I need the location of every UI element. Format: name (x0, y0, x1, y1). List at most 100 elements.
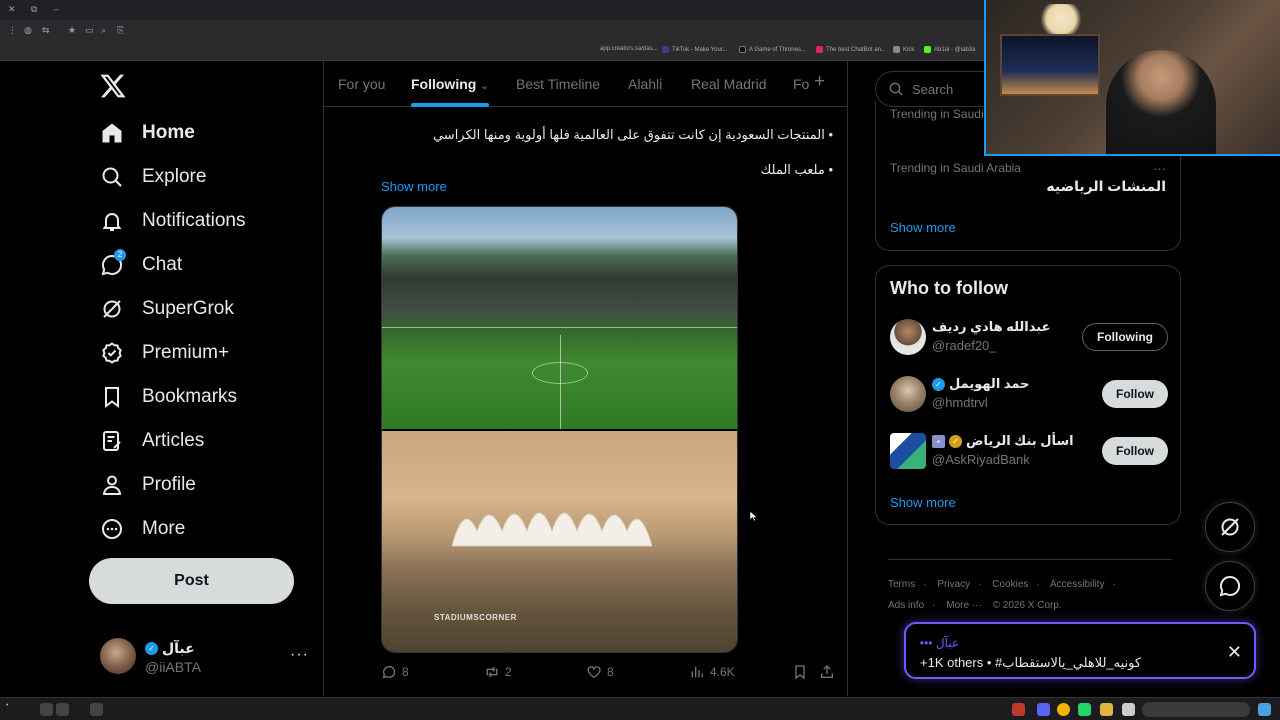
bookmark-item[interactable]: Kick (893, 46, 914, 53)
follow-suggestion[interactable]: ▪ ✓ اسأل بنك الرياض @AskRiyadBank Follow (890, 431, 1168, 471)
suggestion-handle: @AskRiyadBank (932, 452, 1030, 467)
nav-bookmarks-label: Bookmarks (142, 386, 238, 407)
tab-for-you[interactable]: For you (338, 76, 385, 92)
who-to-follow-show-more-link[interactable]: Show more (890, 495, 956, 510)
bookmark-item[interactable]: The best ChatBot an... (816, 46, 886, 53)
nav-premium[interactable]: Premium+ (100, 333, 229, 373)
mic-icon[interactable] (90, 703, 103, 716)
app-icon[interactable] (1012, 703, 1025, 716)
star-icon[interactable]: ★ (68, 25, 76, 36)
start-icon[interactable] (1258, 703, 1271, 716)
nav-home[interactable]: Home (100, 113, 195, 153)
close-icon[interactable]: ✕ (1227, 642, 1242, 663)
nav-premium-label: Premium+ (142, 342, 230, 363)
nav-bookmarks[interactable]: Bookmarks (100, 377, 237, 417)
follow-button[interactable]: Follow (1102, 437, 1168, 465)
tab-following[interactable]: Following ⌄ (411, 76, 489, 92)
tab-best-timeline[interactable]: Best Timeline (516, 76, 600, 92)
minimize-window-icon[interactable]: – (54, 4, 59, 14)
nav-supergrok[interactable]: SuperGrok (100, 289, 234, 329)
app-icon[interactable] (1122, 703, 1135, 716)
bookmark-item[interactable]: A Game of Thrones... (739, 46, 806, 53)
follow-button[interactable]: Follow (1102, 380, 1168, 408)
reply-button[interactable]: 8 (381, 664, 409, 680)
like-button[interactable]: 8 (586, 664, 614, 680)
footer-more-link[interactable]: More ··· (946, 600, 982, 611)
bookmark-item[interactable]: Ab1al - @iab3a (924, 46, 975, 53)
affiliate-badge-icon: ▪ (932, 434, 945, 448)
nav-explore[interactable]: Explore (100, 157, 206, 197)
volume-icon[interactable] (40, 703, 53, 716)
tweet-show-more-link[interactable]: Show more (381, 179, 447, 194)
zoom-icon[interactable]: ⌕ (101, 25, 106, 36)
share-icon[interactable]: ⎘ (117, 25, 124, 36)
center-circle (532, 362, 588, 384)
trend-title[interactable]: المنشات الرياضيه (1046, 178, 1166, 195)
footer-cookies-link[interactable]: Cookies (992, 579, 1028, 590)
menu-icon[interactable]: ⋮ (8, 25, 17, 36)
bookmark-item[interactable]: app.creators.sa/das... (600, 46, 658, 52)
extension-icon[interactable]: ◍ (24, 25, 32, 36)
post-button[interactable]: Post (89, 558, 294, 604)
nav-profile[interactable]: Profile (100, 465, 196, 505)
new-posts-toast[interactable]: عبآل ••• +1K others • #كونيه_للاهلي_يالا… (904, 622, 1256, 679)
folder-icon[interactable] (1100, 703, 1113, 716)
footer-links: Ads info · More ··· © 2026 X Corp. (888, 600, 1070, 611)
tweet-media[interactable]: STADIUMSCORNER (381, 206, 738, 653)
chevron-down-icon[interactable]: ⌄ (480, 81, 488, 92)
trends-show-more-link[interactable]: Show more (890, 220, 956, 235)
footer-accessibility-link[interactable]: Accessibility (1050, 579, 1104, 590)
more-circle-icon (102, 519, 122, 539)
stadium-interior-image[interactable] (382, 207, 737, 429)
footer-terms-link[interactable]: Terms (888, 579, 915, 590)
footer-privacy-link[interactable]: Privacy (937, 579, 970, 590)
home-icon (102, 123, 122, 143)
bookmark-button[interactable] (792, 664, 808, 680)
messages-fab[interactable] (1205, 561, 1255, 611)
x-logo-icon[interactable] (99, 72, 127, 100)
verified-badge-icon (102, 342, 122, 364)
account-more-icon[interactable]: ··· (290, 646, 309, 664)
bookmark-favicon (739, 46, 746, 53)
views-button[interactable]: 4.6K (689, 664, 735, 680)
repost-button[interactable]: 2 (484, 664, 512, 680)
footer-ads-link[interactable]: Ads info (888, 600, 924, 611)
suggestion-name: عبدالله هادي رديف (932, 319, 1051, 334)
whatsapp-icon[interactable] (1078, 703, 1091, 716)
follow-suggestion[interactable]: عبدالله هادي رديف @radef20_ Following (890, 317, 1168, 357)
tab-real-madrid[interactable]: Real Madrid (691, 76, 766, 92)
nav-more[interactable]: More (100, 509, 185, 549)
tab-alahli[interactable]: Alahli (628, 76, 662, 92)
footer-separator: · (932, 600, 936, 611)
footer-separator: · (978, 579, 982, 590)
suggestion-name-row: ✓ حمد الهويمل (932, 376, 1029, 392)
reader-icon[interactable]: ▭ (85, 25, 94, 36)
person-icon (102, 475, 122, 495)
network-icon[interactable] (56, 703, 69, 716)
account-switcher[interactable]: ✓ عبآل @iiABTA ··· (100, 638, 315, 678)
nav-articles[interactable]: Articles (100, 421, 204, 461)
mouse-cursor-icon (749, 510, 757, 522)
share-button[interactable] (819, 664, 835, 680)
taskbar-search[interactable] (1142, 702, 1250, 717)
restore-window-icon[interactable]: ⧉ (31, 4, 37, 15)
nav-chat[interactable]: 2 Chat (100, 245, 182, 285)
tab-following-label: Following (411, 76, 477, 92)
tab-icon[interactable]: ⇆ (42, 25, 50, 36)
trend-more-icon[interactable]: ··· (1153, 161, 1166, 176)
add-tab-icon[interactable]: + (814, 71, 825, 93)
bookmark-item[interactable]: TikTok - Make Your... (662, 46, 727, 53)
suggestion-handle: @hmdtrvl (932, 395, 988, 410)
profile-handle: @iiABTA (145, 659, 201, 675)
follow-suggestion[interactable]: ✓ حمد الهويمل @hmdtrvl Follow (890, 374, 1168, 414)
toast-author: عبآل ••• (919, 636, 959, 650)
nav-notifications[interactable]: Notifications (100, 201, 246, 241)
bookmark-favicon (662, 46, 669, 53)
discord-icon[interactable] (1037, 703, 1050, 716)
stadium-exterior-image[interactable]: STADIUMSCORNER (382, 431, 737, 652)
chrome-icon[interactable] (1057, 703, 1070, 716)
following-button[interactable]: Following (1082, 323, 1168, 351)
grok-fab[interactable] (1205, 502, 1255, 552)
tab-overflow[interactable]: Fo (793, 76, 809, 92)
close-window-icon[interactable]: ✕ (8, 4, 16, 15)
